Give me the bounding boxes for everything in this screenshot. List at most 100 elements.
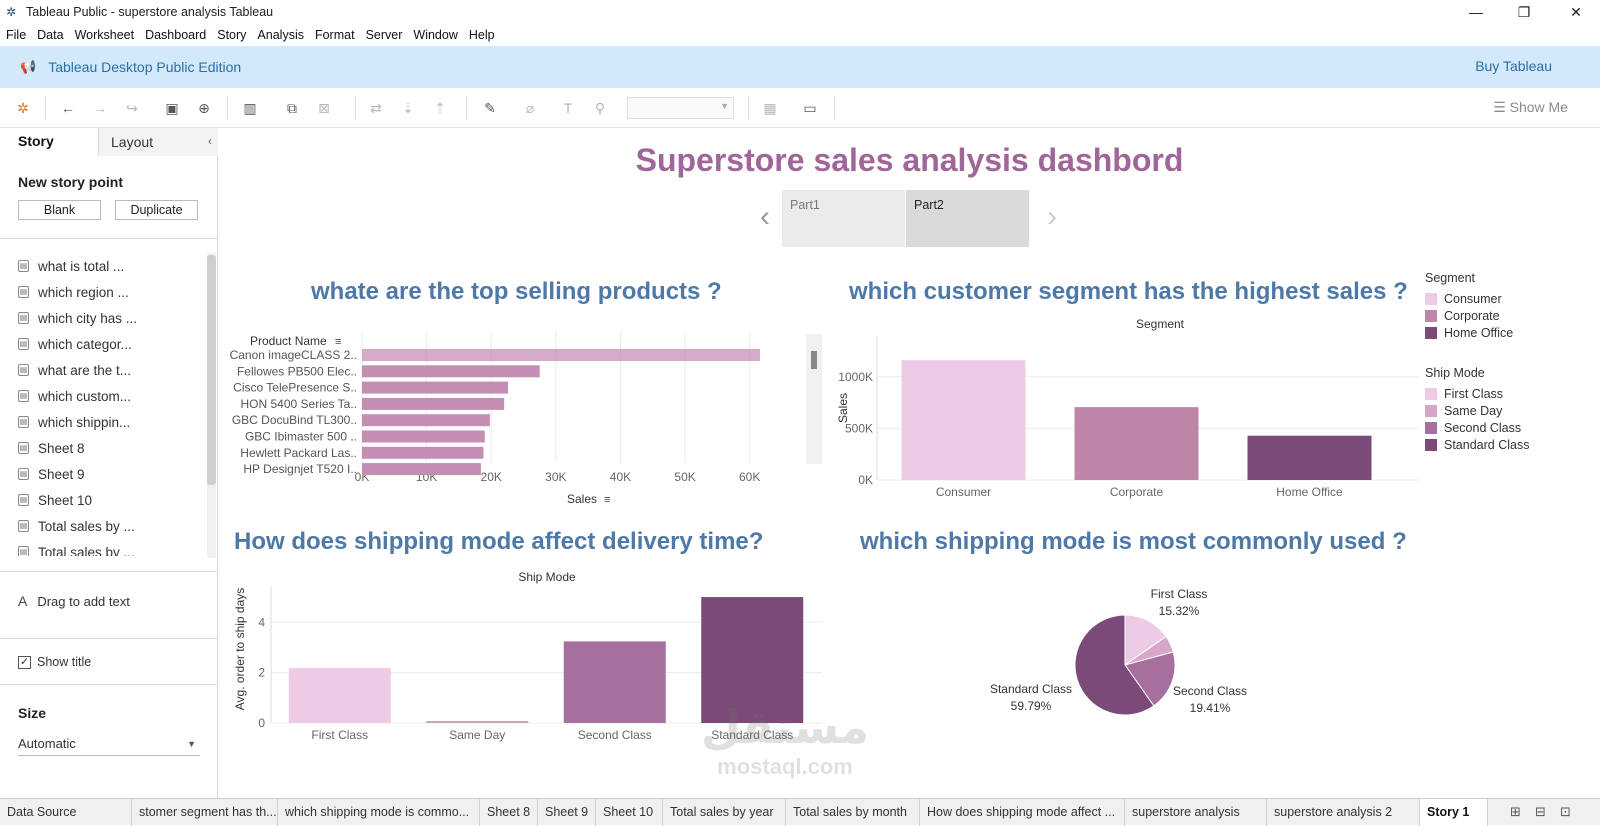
sheet-list-label: which region ...: [38, 284, 129, 300]
legend-swatch: [1425, 404, 1437, 417]
menu-dashboard[interactable]: Dashboard: [145, 28, 206, 42]
clear-sheet-icon[interactable]: ⊠: [314, 98, 334, 118]
buy-tableau-link[interactable]: Buy Tableau: [1475, 58, 1552, 74]
sheet-tab[interactable]: How does shipping mode affect ...: [920, 799, 1125, 826]
sheet-tab[interactable]: Sheet 9: [538, 799, 596, 826]
previous-story-point-icon[interactable]: ‹: [760, 200, 770, 234]
new-dashboard-tab-icon[interactable]: ⊟: [1535, 804, 1546, 820]
collapse-pane-icon[interactable]: ‹: [208, 134, 212, 148]
sheet-icon: ▤: [18, 338, 29, 350]
replay-icon[interactable]: ↪: [122, 98, 142, 118]
bar: [426, 721, 529, 723]
menu-window[interactable]: Window: [413, 28, 457, 42]
sort-ascending-icon[interactable]: ⇣: [398, 98, 418, 118]
tableau-home-icon[interactable]: ✲: [13, 98, 33, 118]
sheet-tab[interactable]: Sheet 8: [480, 799, 538, 826]
sheet-list-item[interactable]: ▤ which city has ...: [18, 308, 137, 328]
show-me-button[interactable]: ☰ Show Me: [1493, 99, 1568, 116]
menu-story[interactable]: Story: [217, 28, 246, 42]
legend-item[interactable]: Standard Class: [1425, 436, 1529, 453]
sheet-list-item[interactable]: ▤ which region ...: [18, 282, 129, 302]
sheet-list-item[interactable]: ▤ Sheet 9: [18, 464, 85, 484]
sheet-tab[interactable]: Total sales by month: [786, 799, 920, 826]
legend-item[interactable]: Consumer: [1425, 290, 1513, 307]
y-axis-title: Product Name: [250, 334, 327, 348]
new-story-tab-icon[interactable]: ⊡: [1560, 804, 1571, 820]
new-data-source-icon[interactable]: ⊕: [194, 98, 214, 118]
sheet-tab[interactable]: Sheet 10: [596, 799, 663, 826]
drag-to-add-text[interactable]: A Drag to add text: [18, 593, 130, 609]
menu-worksheet[interactable]: Worksheet: [75, 28, 135, 42]
sheet-list-item[interactable]: ▤ Total sales by ...: [18, 516, 135, 536]
next-story-point-icon[interactable]: ›: [1047, 200, 1057, 234]
size-select[interactable]: Automatic ▼: [18, 736, 200, 756]
duplicate-sheet-icon[interactable]: ⧉: [282, 98, 302, 118]
swap-icon[interactable]: ⇄: [366, 98, 386, 118]
sort-descending-icon[interactable]: ⇡: [430, 98, 450, 118]
size-value: Automatic: [18, 736, 76, 751]
show-title-checkbox[interactable]: ✓: [18, 655, 31, 669]
category-label: HP Designjet T520 I..: [243, 462, 357, 476]
save-icon[interactable]: ▣: [162, 98, 182, 118]
window-title: Tableau Public - superstore analysis Tab…: [26, 5, 274, 19]
sheet-list-item[interactable]: ▤ Sheet 10: [18, 490, 92, 510]
sheet-list-item[interactable]: ▤ Sheet 8: [18, 438, 85, 458]
slice-label: First Class: [1151, 587, 1208, 601]
pin-icon[interactable]: ⚲: [590, 98, 610, 118]
tab-layout[interactable]: Layout: [98, 128, 218, 156]
sheet-list-scroll-thumb[interactable]: [207, 255, 216, 485]
sheet-list-label: Sheet 9: [38, 466, 85, 482]
highlight-icon[interactable]: ✎: [480, 98, 500, 118]
menu-analysis[interactable]: Analysis: [257, 28, 304, 42]
sheet-list-item[interactable]: ▤ which categor...: [18, 334, 132, 354]
sheet-list-item[interactable]: ▤ Total sales by ...: [18, 542, 135, 556]
labels-icon[interactable]: T: [558, 98, 578, 118]
menu-file[interactable]: File: [6, 28, 26, 42]
category-label: Cisco TelePresence S..: [233, 381, 357, 395]
sheet-list-item[interactable]: ▤ which custom...: [18, 386, 131, 406]
sheet-tab[interactable]: Story 1: [1420, 799, 1488, 826]
sheet-tab[interactable]: Total sales by year: [663, 799, 786, 826]
sheet-list-item[interactable]: ▤ what is total ...: [18, 256, 124, 276]
menu-format[interactable]: Format: [315, 28, 355, 42]
story-point-part1[interactable]: Part1: [782, 190, 905, 247]
sheet-list-item[interactable]: ▤ which shippin...: [18, 412, 130, 432]
close-button[interactable]: ✕: [1552, 0, 1600, 24]
legend-item[interactable]: Same Day: [1425, 402, 1529, 419]
story-point-part2[interactable]: Part2: [906, 190, 1029, 247]
maximize-button[interactable]: ❐: [1500, 0, 1548, 24]
sheet-tab[interactable]: stomer segment has th...: [132, 799, 278, 826]
title-bar: ✲ Tableau Public - superstore analysis T…: [0, 0, 1600, 24]
show-cards-icon[interactable]: ▦: [760, 98, 780, 118]
group-icon[interactable]: ⌀: [520, 98, 540, 118]
show-title-option[interactable]: ✓ Show title: [18, 655, 91, 669]
menu-help[interactable]: Help: [469, 28, 495, 42]
megaphone-icon: 📢: [20, 59, 37, 74]
presentation-mode-icon[interactable]: ▭: [800, 98, 820, 118]
menu-data[interactable]: Data: [37, 28, 63, 42]
ship-mode-legend: Ship Mode First Class Same Day Second Clas…: [1425, 366, 1529, 453]
redo-icon[interactable]: →: [90, 98, 110, 118]
duplicate-button[interactable]: Duplicate: [115, 200, 198, 220]
sheet-tab[interactable]: Data Source: [0, 799, 132, 826]
legend-item[interactable]: First Class: [1425, 385, 1529, 402]
legend-swatch: [1425, 387, 1437, 400]
menu-server[interactable]: Server: [366, 28, 403, 42]
legend-item[interactable]: Second Class: [1425, 419, 1529, 436]
legend-swatch: [1425, 438, 1437, 451]
sheet-list-item[interactable]: ▤ what are the t...: [18, 360, 131, 380]
legend-label: Second Class: [1444, 420, 1522, 435]
fit-dropdown[interactable]: ▼: [627, 97, 734, 119]
legend-item[interactable]: Home Office: [1425, 324, 1513, 341]
new-worksheet-tab-icon[interactable]: ⊞: [1510, 804, 1521, 820]
minimize-button[interactable]: —: [1452, 0, 1500, 24]
new-worksheet-icon[interactable]: ▥: [240, 98, 260, 118]
tab-story[interactable]: Story: [0, 128, 98, 156]
sheet-tab[interactable]: superstore analysis: [1125, 799, 1267, 826]
legend-item[interactable]: Corporate: [1425, 307, 1513, 324]
sheet-tab[interactable]: which shipping mode is commo...: [278, 799, 480, 826]
sheet-tab[interactable]: superstore analysis 2: [1267, 799, 1420, 826]
blank-button[interactable]: Blank: [18, 200, 101, 220]
undo-icon[interactable]: ←: [58, 98, 78, 118]
legend-label: Corporate: [1444, 308, 1500, 323]
